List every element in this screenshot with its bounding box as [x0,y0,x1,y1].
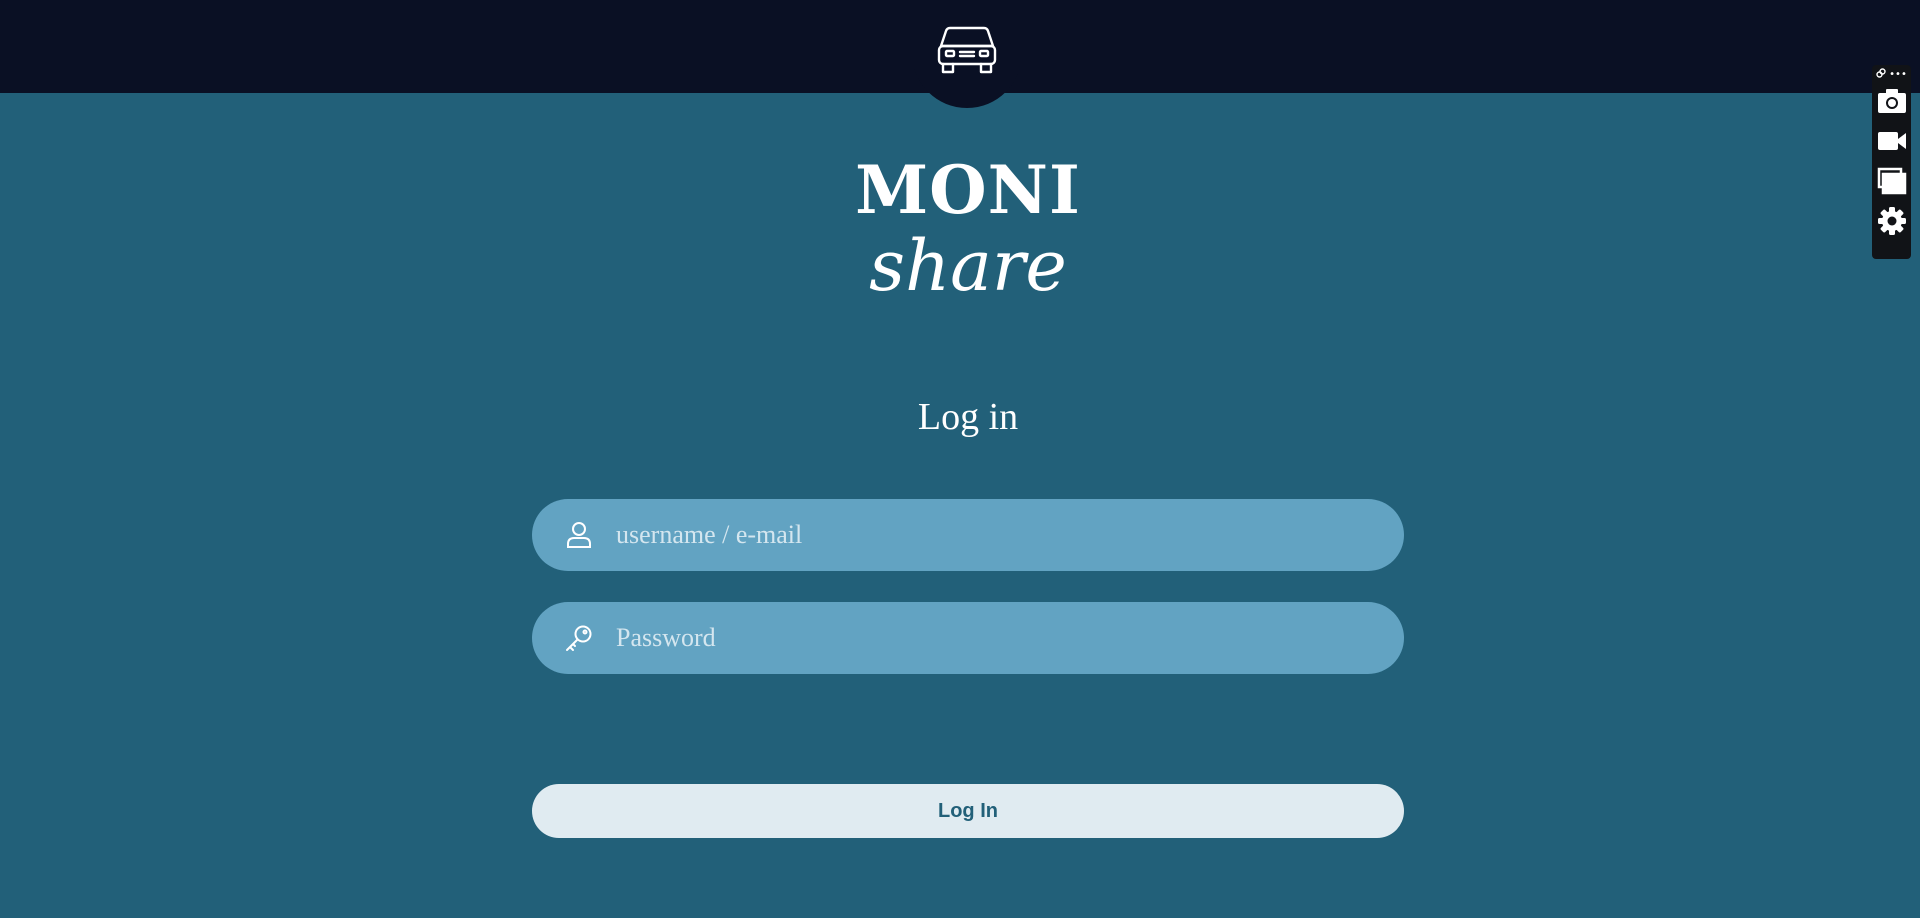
car-icon [936,0,998,83]
brand-logo: MONI share [0,150,1920,302]
side-toolbar: ••• [1872,65,1911,259]
brand-name-top: MONI [855,151,1081,229]
username-field[interactable] [532,499,1404,571]
header-logo-badge [912,0,1022,108]
key-icon [564,623,594,653]
camera-button[interactable] [1872,83,1911,123]
page-title: Log in [917,396,1019,438]
video-camera-icon [1877,130,1907,157]
brand-name-bottom: share [869,225,1067,307]
side-toolbar-header: ••• [1872,65,1911,83]
windows-button[interactable] [1872,163,1911,203]
user-icon [564,520,594,550]
more-icon[interactable]: ••• [1889,69,1907,80]
camera-icon [1877,88,1907,119]
password-input[interactable] [614,607,1404,669]
settings-button[interactable] [1872,203,1911,243]
windows-icon [1877,167,1907,200]
username-input[interactable] [614,504,1404,566]
password-field[interactable] [532,602,1404,674]
login-button[interactable]: Log In [532,784,1404,838]
video-button[interactable] [1872,123,1911,163]
link-icon[interactable] [1876,67,1886,81]
gear-icon [1877,206,1907,241]
